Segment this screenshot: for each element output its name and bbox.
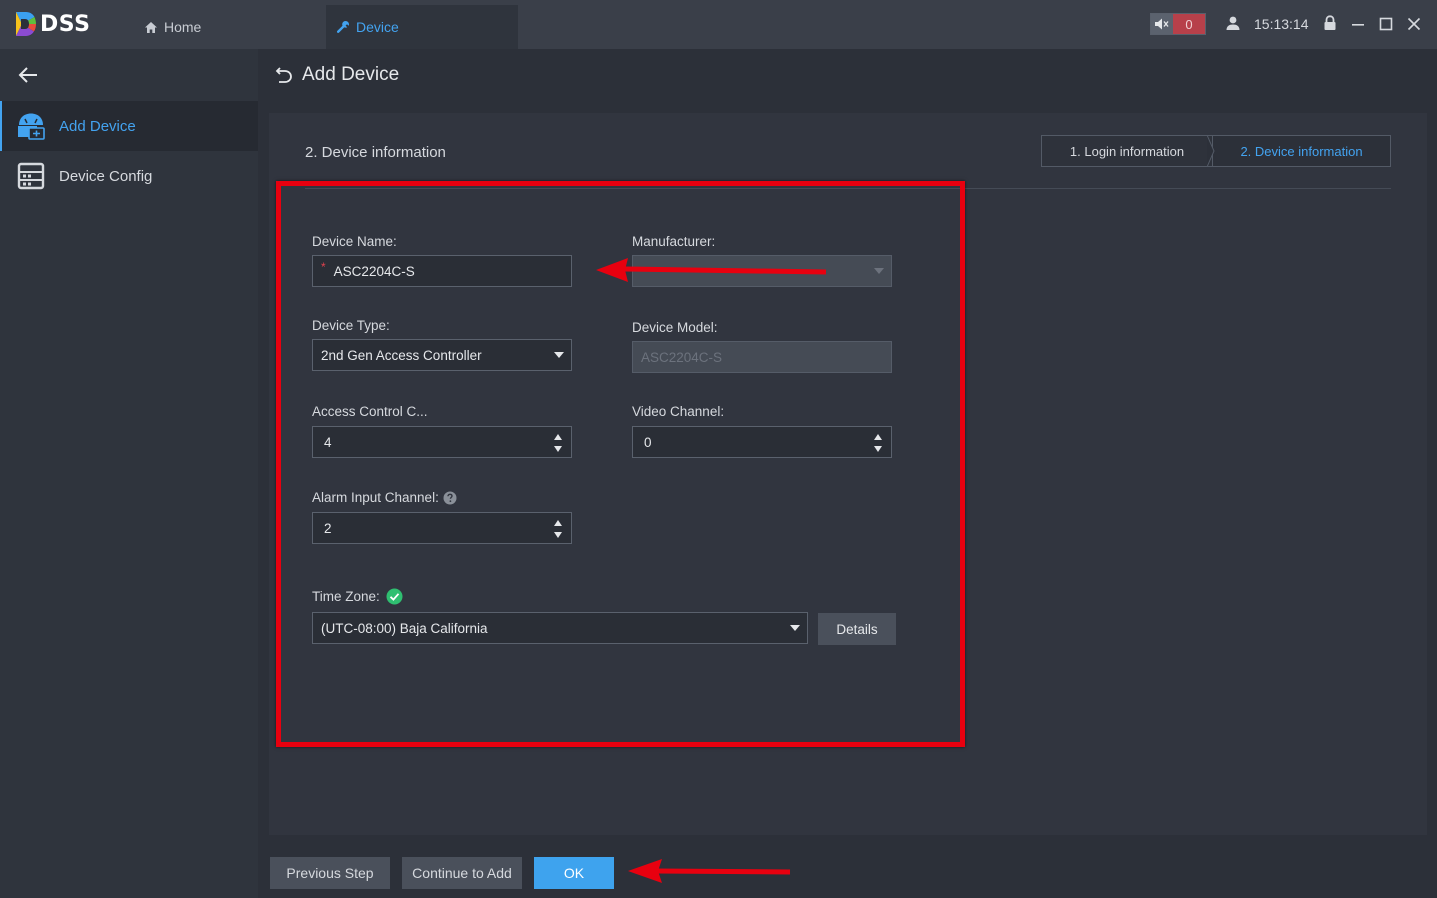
check-circle-icon bbox=[386, 588, 403, 605]
undo-back-icon[interactable] bbox=[274, 64, 294, 87]
clock-time: 15:13:14 bbox=[1254, 16, 1309, 32]
alarm-count: 0 bbox=[1173, 14, 1205, 34]
sidebar-item-label: Add Device bbox=[59, 117, 136, 135]
step-label: 1. Login information bbox=[1069, 143, 1185, 159]
page-header: Add Device bbox=[258, 49, 1437, 101]
access-control-channel-label: Access Control C... bbox=[312, 404, 428, 419]
wrench-icon bbox=[336, 20, 350, 34]
lock-icon[interactable] bbox=[1323, 15, 1337, 34]
device-name-label: Device Name: bbox=[312, 234, 397, 249]
sidebar: Add Device Device Config bbox=[0, 49, 258, 898]
tab-home-label: Home bbox=[164, 19, 202, 35]
tab-device[interactable]: Device bbox=[326, 5, 518, 49]
footer-bar: Previous Step Continue to Add OK bbox=[258, 848, 1437, 898]
spinner-arrows-icon[interactable] bbox=[874, 434, 882, 452]
time-zone-label: Time Zone: bbox=[312, 588, 403, 605]
logo-text: DSS bbox=[40, 11, 91, 37]
step-login-information[interactable]: 1. Login information bbox=[1041, 135, 1212, 167]
tab-device-label: Device bbox=[356, 19, 399, 35]
manufacturer-select bbox=[632, 255, 892, 287]
sidebar-item-add-device[interactable]: Add Device bbox=[0, 101, 258, 151]
time-zone-select[interactable]: (UTC-08:00) Baja California bbox=[312, 612, 808, 644]
alarm-input-channel-label: Alarm Input Channel: bbox=[312, 490, 457, 505]
ok-button[interactable]: OK bbox=[534, 857, 614, 889]
device-type-select[interactable]: 2nd Gen Access Controller bbox=[312, 339, 572, 371]
close-button[interactable] bbox=[1406, 14, 1422, 34]
arrow-left-icon bbox=[18, 67, 37, 83]
continue-to-add-button[interactable]: Continue to Add bbox=[402, 857, 522, 889]
access-control-channel-value: 4 bbox=[324, 434, 332, 450]
video-channel-stepper[interactable]: 0 bbox=[632, 426, 892, 458]
time-zone-label-text: Time Zone: bbox=[312, 589, 380, 604]
device-model-value: ASC2204C-S bbox=[641, 349, 723, 365]
device-model-input: ASC2204C-S bbox=[632, 341, 892, 373]
user-icon[interactable] bbox=[1225, 15, 1241, 34]
dss-logo: DSS bbox=[14, 9, 90, 39]
spinner-arrows-icon[interactable] bbox=[554, 520, 562, 538]
maximize-icon bbox=[1379, 17, 1393, 31]
chevron-right-icon bbox=[1207, 135, 1215, 167]
previous-step-button[interactable]: Previous Step bbox=[270, 857, 390, 889]
step-label: 2. Device information bbox=[1240, 143, 1363, 159]
device-config-icon bbox=[16, 161, 46, 191]
home-icon bbox=[144, 21, 158, 34]
chevron-down-icon bbox=[874, 268, 884, 274]
add-device-icon bbox=[16, 111, 46, 141]
required-asterisk: * bbox=[321, 260, 326, 274]
chevron-down-icon bbox=[554, 352, 564, 358]
tab-home[interactable]: Home bbox=[130, 5, 240, 49]
minimize-button[interactable] bbox=[1350, 14, 1366, 34]
back-button[interactable] bbox=[16, 63, 42, 87]
speaker-mute-icon bbox=[1151, 14, 1173, 34]
device-name-value: ASC2204C-S bbox=[333, 263, 415, 279]
video-channel-value: 0 bbox=[644, 434, 652, 450]
help-icon[interactable] bbox=[443, 491, 457, 505]
section-title: 2. Device information bbox=[305, 144, 446, 161]
alarm-input-channel-label-text: Alarm Input Channel: bbox=[312, 490, 439, 505]
sidebar-item-label: Device Config bbox=[59, 167, 153, 185]
divider bbox=[305, 188, 1391, 189]
alarm-input-channel-stepper[interactable]: 2 bbox=[312, 512, 572, 544]
manufacturer-label: Manufacturer: bbox=[632, 234, 716, 249]
step-indicator: 1. Login information 2. Device informati… bbox=[1041, 135, 1391, 167]
access-control-channel-stepper[interactable]: 4 bbox=[312, 426, 572, 458]
sidebar-item-device-config[interactable]: Device Config bbox=[0, 151, 258, 201]
main-panel: 2. Device information 1. Login informati… bbox=[269, 113, 1427, 835]
chevron-down-icon bbox=[790, 625, 800, 631]
close-icon bbox=[1407, 17, 1421, 31]
device-type-value: 2nd Gen Access Controller bbox=[321, 347, 482, 363]
maximize-button[interactable] bbox=[1378, 14, 1394, 34]
step-device-information[interactable]: 2. Device information bbox=[1207, 135, 1391, 167]
dss-logo-mark-icon bbox=[16, 12, 36, 36]
device-model-label: Device Model: bbox=[632, 320, 718, 335]
minimize-icon bbox=[1352, 24, 1364, 26]
top-bar: DSS Home Device 0 15:13:14 bbox=[0, 0, 1437, 49]
time-zone-value: (UTC-08:00) Baja California bbox=[321, 620, 488, 636]
device-type-label: Device Type: bbox=[312, 318, 390, 333]
details-button[interactable]: Details bbox=[818, 613, 896, 645]
page-title: Add Device bbox=[302, 64, 400, 85]
device-name-input[interactable]: * ASC2204C-S bbox=[312, 255, 572, 287]
alarm-indicator[interactable]: 0 bbox=[1150, 13, 1206, 35]
video-channel-label: Video Channel: bbox=[632, 404, 725, 419]
alarm-input-channel-value: 2 bbox=[324, 520, 332, 536]
spinner-arrows-icon[interactable] bbox=[554, 434, 562, 452]
